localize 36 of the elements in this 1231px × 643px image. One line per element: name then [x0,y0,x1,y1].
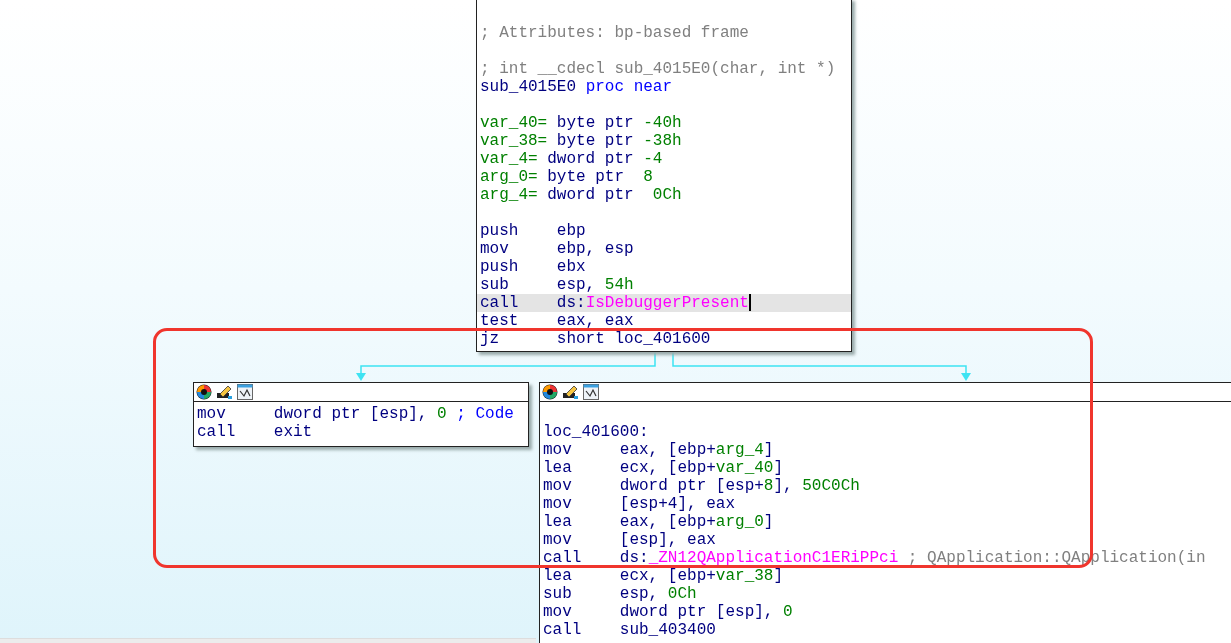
code-line[interactable]: mov ebp, esp [480,240,634,258]
code-line[interactable]: test eax, eax [480,312,634,330]
code-line[interactable]: mov dword ptr [esp], 0 [543,603,793,621]
code-line[interactable]: sub esp, 54h [480,276,634,294]
code-line[interactable]: sub esp, 0Ch [543,585,697,603]
code-line[interactable]: lea ecx, [ebp+var_38] [543,567,784,585]
code-line[interactable]: ; Attributes: bp-based frame [480,24,749,42]
code-line[interactable]: sub_4015E0 proc near [480,78,673,96]
code-line[interactable]: mov eax, [ebp+arg_4] [543,441,774,459]
graph-icon[interactable] [237,384,253,400]
pencil-icon[interactable] [216,384,233,400]
code-line[interactable]: mov dword ptr [esp+8], 50C0Ch [543,477,860,495]
code-line[interactable]: mov [esp], eax [543,531,716,549]
color-wheel-icon[interactable] [542,384,558,400]
graph-icon[interactable] [583,384,599,400]
code-line[interactable]: jz short loc_401600 [480,330,711,348]
code-line[interactable]: lea ecx, [ebp+var_40] [543,459,784,477]
code-block[interactable] [476,0,852,352]
code-line[interactable]: var_40= byte ptr -40h [480,114,682,132]
code-line[interactable]: mov [esp+4], eax [543,495,736,513]
code-line[interactable]: call sub_403400 [543,621,716,639]
code-line[interactable]: mov dword ptr [esp], 0 ; Code [197,405,514,423]
code-line[interactable]: arg_4= dword ptr 0Ch [480,186,682,204]
color-wheel-icon[interactable] [196,384,212,400]
code-line[interactable]: var_38= byte ptr -38h [480,132,682,150]
code-line[interactable]: lea eax, [ebp+arg_0] [543,513,774,531]
code-line[interactable]: call exit [197,423,313,441]
code-block[interactable] [539,382,1231,643]
pencil-icon[interactable] [562,384,579,400]
code-line[interactable]: push ebp [480,222,586,240]
code-block[interactable]: mov dword ptr [esp], 0 ; Code call exit [193,382,529,447]
code-line[interactable]: arg_0= byte ptr 8 [480,168,653,186]
code-line[interactable]: var_4= dword ptr -4 [480,150,663,168]
code-line[interactable]: ; int __cdecl sub_4015E0(char, int *) [480,60,836,78]
code-line[interactable]: loc_401600: [543,423,649,441]
code-line[interactable]: push ebx [480,258,586,276]
